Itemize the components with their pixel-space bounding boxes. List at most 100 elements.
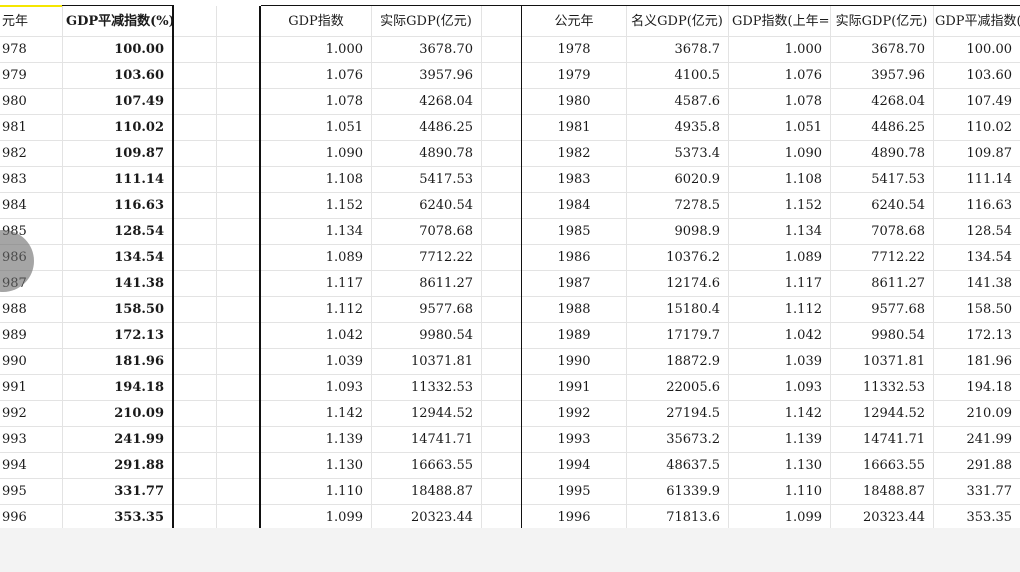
cell-g1[interactable]: 4486.25: [371, 115, 481, 141]
cell-i2[interactable]: 1.108: [728, 167, 830, 193]
cell-n2[interactable]: 35673.2: [626, 427, 728, 453]
cell-i2[interactable]: 1.117: [728, 271, 830, 297]
cell-d1[interactable]: 100.00: [62, 37, 172, 63]
cell-n2[interactable]: 22005.6: [626, 375, 728, 401]
cell-d2[interactable]: 107.49: [933, 89, 1020, 115]
cell-y2[interactable]: 1992: [522, 401, 626, 427]
cell-d1[interactable]: 103.60: [62, 63, 172, 89]
cell-y1[interactable]: 981: [0, 115, 62, 141]
cell-g2[interactable]: 7712.22: [830, 245, 933, 271]
cell-i1[interactable]: 1.110: [261, 479, 371, 505]
cell-y2[interactable]: 1982: [522, 141, 626, 167]
cell-i2[interactable]: 1.042: [728, 323, 830, 349]
cell-n2[interactable]: 6020.9: [626, 167, 728, 193]
cell-i2[interactable]: 1.110: [728, 479, 830, 505]
cell-i2[interactable]: 1.093: [728, 375, 830, 401]
cell-d2[interactable]: 111.14: [933, 167, 1020, 193]
cell-g1[interactable]: 3957.96: [371, 63, 481, 89]
cell-n2[interactable]: 27194.5: [626, 401, 728, 427]
cell-g2[interactable]: 12944.52: [830, 401, 933, 427]
cell-g1[interactable]: 7712.22: [371, 245, 481, 271]
cell-d2[interactable]: 110.02: [933, 115, 1020, 141]
cell-d2[interactable]: 141.38: [933, 271, 1020, 297]
cell-g2[interactable]: 4486.25: [830, 115, 933, 141]
cell-n2[interactable]: 61339.9: [626, 479, 728, 505]
cell-g2[interactable]: 11332.53: [830, 375, 933, 401]
cell-d1[interactable]: 353.35: [62, 505, 172, 528]
cell-y2[interactable]: 1984: [522, 193, 626, 219]
cell-i1[interactable]: 1.152: [261, 193, 371, 219]
cell-n2[interactable]: 10376.2: [626, 245, 728, 271]
cell-i2[interactable]: 1.000: [728, 37, 830, 63]
cell-i1[interactable]: 1.090: [261, 141, 371, 167]
cell-y1[interactable]: 988: [0, 297, 62, 323]
cell-d1[interactable]: 194.18: [62, 375, 172, 401]
cell-g1[interactable]: 18488.87: [371, 479, 481, 505]
cell-i1[interactable]: 1.051: [261, 115, 371, 141]
cell-n2[interactable]: 4100.5: [626, 63, 728, 89]
cell-n2[interactable]: 48637.5: [626, 453, 728, 479]
cell-g2[interactable]: 6240.54: [830, 193, 933, 219]
cell-y2[interactable]: 1978: [522, 37, 626, 63]
cell-y2[interactable]: 1979: [522, 63, 626, 89]
cell-n2[interactable]: 12174.6: [626, 271, 728, 297]
cell-n2[interactable]: 5373.4: [626, 141, 728, 167]
header-cell-d1[interactable]: GDP平减指数(%): [62, 8, 172, 36]
cell-y1[interactable]: 992: [0, 401, 62, 427]
cell-g2[interactable]: 9577.68: [830, 297, 933, 323]
cell-d1[interactable]: 109.87: [62, 141, 172, 167]
cell-y2[interactable]: 1987: [522, 271, 626, 297]
cell-g2[interactable]: 8611.27: [830, 271, 933, 297]
cell-g2[interactable]: 3678.70: [830, 37, 933, 63]
cell-n2[interactable]: 17179.7: [626, 323, 728, 349]
cell-i2[interactable]: 1.078: [728, 89, 830, 115]
cell-g2[interactable]: 10371.81: [830, 349, 933, 375]
cell-i2[interactable]: 1.099: [728, 505, 830, 528]
cell-d1[interactable]: 172.13: [62, 323, 172, 349]
cell-y2[interactable]: 1995: [522, 479, 626, 505]
cell-g1[interactable]: 10371.81: [371, 349, 481, 375]
cell-i2[interactable]: 1.134: [728, 219, 830, 245]
cell-y2[interactable]: 1981: [522, 115, 626, 141]
cell-g1[interactable]: 8611.27: [371, 271, 481, 297]
header-cell-g2[interactable]: 实际GDP(亿元): [830, 8, 933, 36]
spreadsheet-grid[interactable]: 元年 GDP平减指数(%) GDP指数 实际GDP(亿元) 公元年 名义GDP(亿元) GD…: [0, 0, 1020, 528]
cell-d2[interactable]: 241.99: [933, 427, 1020, 453]
cell-y2[interactable]: 1983: [522, 167, 626, 193]
cell-d1[interactable]: 134.54: [62, 245, 172, 271]
cell-g1[interactable]: 11332.53: [371, 375, 481, 401]
cell-i1[interactable]: 1.112: [261, 297, 371, 323]
header-cell-blank3[interactable]: [481, 8, 521, 36]
cell-y2[interactable]: 1994: [522, 453, 626, 479]
cell-i1[interactable]: 1.134: [261, 219, 371, 245]
cell-d2[interactable]: 109.87: [933, 141, 1020, 167]
cell-i1[interactable]: 1.000: [261, 37, 371, 63]
cell-d1[interactable]: 158.50: [62, 297, 172, 323]
cell-g1[interactable]: 9980.54: [371, 323, 481, 349]
cell-d1[interactable]: 210.09: [62, 401, 172, 427]
cell-g2[interactable]: 4268.04: [830, 89, 933, 115]
cell-d1[interactable]: 331.77: [62, 479, 172, 505]
cell-n2[interactable]: 71813.6: [626, 505, 728, 528]
cell-y2[interactable]: 1986: [522, 245, 626, 271]
cell-d1[interactable]: 241.99: [62, 427, 172, 453]
cell-i2[interactable]: 1.090: [728, 141, 830, 167]
cell-i2[interactable]: 1.142: [728, 401, 830, 427]
cell-i2[interactable]: 1.076: [728, 63, 830, 89]
cell-d1[interactable]: 291.88: [62, 453, 172, 479]
header-cell-d2[interactable]: GDP平减指数(: [933, 8, 1020, 36]
cell-i2[interactable]: 1.130: [728, 453, 830, 479]
cell-y2[interactable]: 1993: [522, 427, 626, 453]
cell-i2[interactable]: 1.089: [728, 245, 830, 271]
cell-d1[interactable]: 181.96: [62, 349, 172, 375]
cell-i2[interactable]: 1.112: [728, 297, 830, 323]
cell-d2[interactable]: 134.54: [933, 245, 1020, 271]
cell-y1[interactable]: 980: [0, 89, 62, 115]
cell-d2[interactable]: 103.60: [933, 63, 1020, 89]
cell-y2[interactable]: 1996: [522, 505, 626, 528]
cell-d1[interactable]: 116.63: [62, 193, 172, 219]
cell-d2[interactable]: 194.18: [933, 375, 1020, 401]
cell-i1[interactable]: 1.130: [261, 453, 371, 479]
cell-n2[interactable]: 18872.9: [626, 349, 728, 375]
cell-i1[interactable]: 1.139: [261, 427, 371, 453]
